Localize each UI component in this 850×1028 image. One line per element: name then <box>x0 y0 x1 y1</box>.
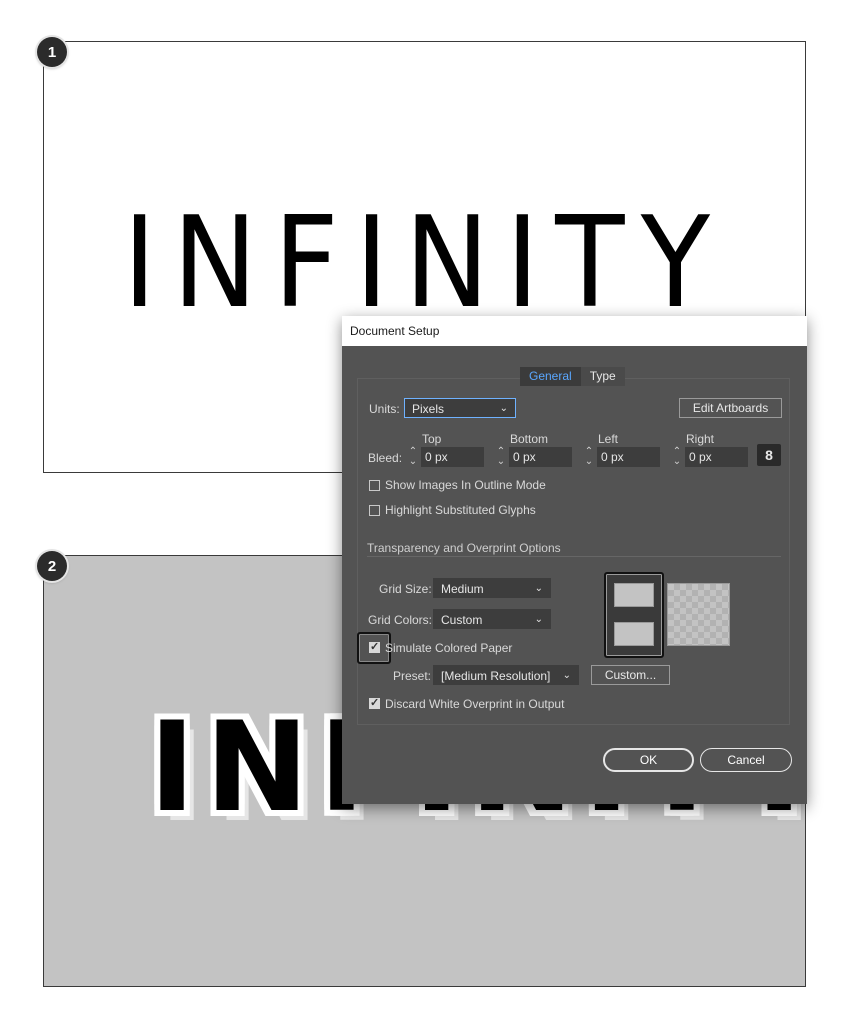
bleed-bottom-label: Bottom <box>510 432 549 446</box>
section-divider <box>367 556 781 557</box>
bleed-right-input[interactable]: 0 px <box>685 447 748 467</box>
custom-preset-button[interactable]: Custom... <box>591 665 670 685</box>
bleed-left-input[interactable]: 0 px <box>597 447 660 467</box>
discard-white-overprint-label: Discard White Overprint in Output <box>385 697 565 711</box>
grid-color-swatches <box>604 572 664 658</box>
stepper-icon[interactable]: ⌃ ⌄ <box>672 447 682 467</box>
dialog-title[interactable]: Document Setup <box>342 316 807 346</box>
show-images-outline-label: Show Images In Outline Mode <box>385 478 546 492</box>
grid-colors-value: Custom <box>441 613 483 627</box>
stepper-icon[interactable]: ⌃ ⌄ <box>408 447 418 467</box>
step-badge-1: 1 <box>37 37 67 67</box>
bleed-right-label: Right <box>686 432 715 446</box>
units-label: Units: <box>369 402 400 416</box>
grid-colors-select[interactable]: Custom ⌄ <box>433 609 551 629</box>
highlight-glyphs-label: Highlight Substituted Glyphs <box>385 503 536 517</box>
grid-size-value: Medium <box>441 582 484 596</box>
document-setup-dialog: Document Setup General Type Units: Pixel… <box>342 316 807 804</box>
preset-select[interactable]: [Medium Resolution] ⌄ <box>433 665 579 685</box>
chevron-down-icon: ⌄ <box>499 403 508 414</box>
highlight-glyphs-checkbox[interactable] <box>369 505 380 516</box>
grid-color-swatch-1[interactable] <box>614 583 654 607</box>
bleed-label: Bleed: <box>368 451 403 465</box>
discard-white-overprint-checkbox[interactable] <box>369 696 380 709</box>
stepper-icon[interactable]: ⌃ ⌄ <box>584 447 594 467</box>
transparency-grid-preview <box>667 583 730 646</box>
tab-general[interactable]: General <box>520 367 581 386</box>
bleed-left-label: Left <box>598 432 619 446</box>
units-select[interactable]: Pixels ⌄ <box>404 398 516 418</box>
show-images-outline-checkbox[interactable] <box>369 480 380 491</box>
chevron-down-icon: ⌄ <box>562 670 571 681</box>
edit-artboards-button[interactable]: Edit Artboards <box>679 398 782 418</box>
grid-size-label: Grid Size: <box>379 582 432 596</box>
chevron-down-icon: ⌄ <box>534 583 543 594</box>
bleed-top-label: Top <box>422 432 442 446</box>
preset-value: [Medium Resolution] <box>441 669 551 683</box>
grid-color-swatch-2[interactable] <box>614 622 654 646</box>
preset-label: Preset: <box>393 669 432 683</box>
simulate-colored-paper-checkbox[interactable] <box>369 640 380 653</box>
cancel-button[interactable]: Cancel <box>700 748 792 772</box>
step-badge-2: 2 <box>37 551 67 581</box>
tab-type[interactable]: Type <box>580 367 625 386</box>
artwork-text-infinity: INFINITY <box>122 189 727 336</box>
simulate-colored-paper-label: Simulate Colored Paper <box>385 641 513 655</box>
chevron-down-icon: ⌄ <box>534 614 543 625</box>
units-select-value: Pixels <box>412 402 445 416</box>
chain-link-icon[interactable]: 8 <box>757 444 781 466</box>
bleed-bottom-input[interactable]: 0 px <box>509 447 572 467</box>
bleed-top-input[interactable]: 0 px <box>421 447 484 467</box>
tab-bar: General Type <box>520 367 625 386</box>
grid-colors-label: Grid Colors: <box>368 613 433 627</box>
stepper-icon[interactable]: ⌃ ⌄ <box>496 447 506 467</box>
transparency-section-title: Transparency and Overprint Options <box>367 541 561 555</box>
grid-size-select[interactable]: Medium ⌄ <box>433 578 551 598</box>
ok-button[interactable]: OK <box>603 748 694 772</box>
